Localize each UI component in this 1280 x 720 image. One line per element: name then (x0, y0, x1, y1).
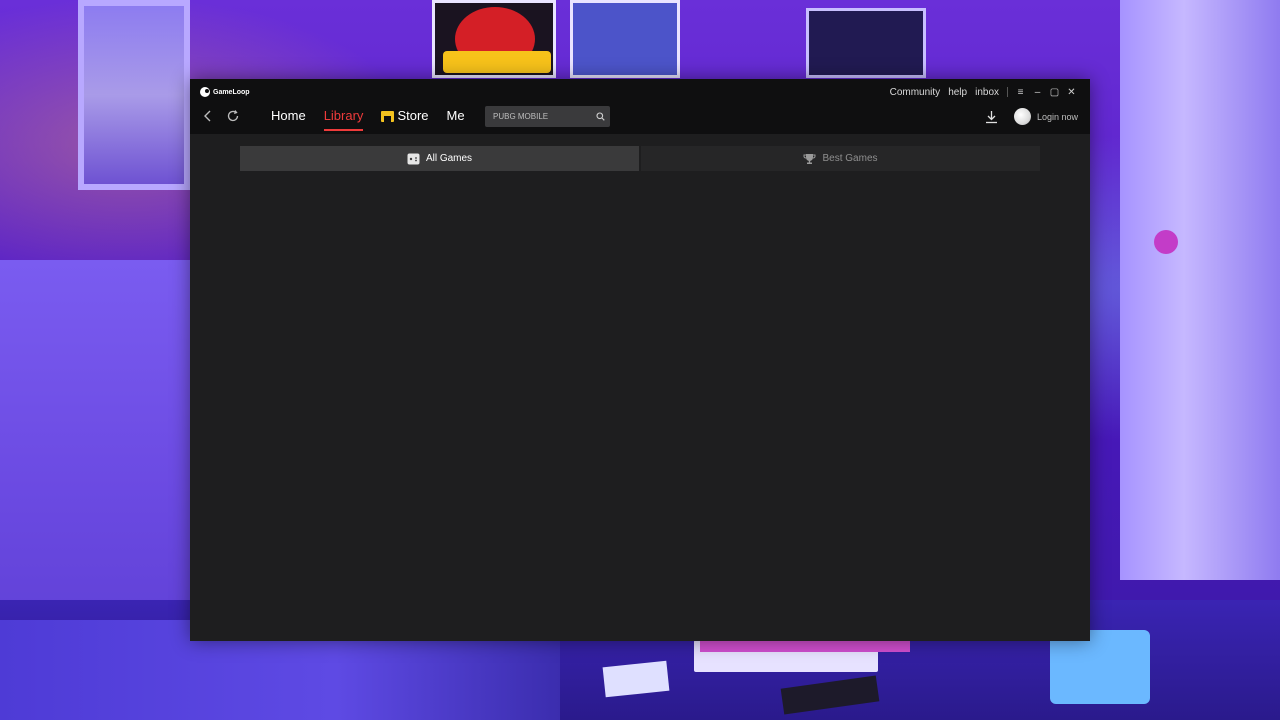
history-controls (202, 109, 239, 123)
nav-store[interactable]: Store (381, 106, 429, 126)
title-bar: GameLoop Community help inbox ≡ – ▢ ✕ Ho… (190, 79, 1090, 134)
gamepad-icon (407, 153, 420, 165)
nav-library[interactable]: Library (323, 106, 364, 131)
library-content: All Games Best Games (190, 134, 1090, 641)
search-icon[interactable] (590, 106, 610, 127)
community-link[interactable]: Community (886, 87, 945, 98)
hamburger-menu-icon[interactable]: ≡ (1012, 87, 1029, 98)
avatar[interactable] (1013, 108, 1031, 125)
tab-best-games-label: Best Games (822, 153, 878, 164)
menu-divider (1007, 87, 1008, 97)
minimize-icon[interactable]: – (1029, 87, 1046, 98)
app-brand-name: GameLoop (213, 88, 250, 96)
wallpaper-poster (432, 0, 556, 78)
maximize-icon[interactable]: ▢ (1046, 87, 1063, 98)
login-button[interactable]: Login now (1037, 112, 1078, 122)
library-tabs: All Games Best Games (240, 146, 1040, 171)
tab-all-games-label: All Games (425, 153, 473, 164)
wallpaper-box-lid (700, 640, 910, 652)
wallpaper-door-knob (1154, 230, 1178, 254)
nav-home-label: Home (271, 108, 306, 123)
nav-library-label: Library (323, 108, 364, 123)
inbox-link[interactable]: inbox (971, 87, 1003, 98)
wallpaper-poster-3 (806, 8, 926, 78)
poster-banner (443, 51, 551, 73)
nav-me[interactable]: Me (447, 106, 465, 126)
nav-home[interactable]: Home (271, 106, 306, 126)
tab-best-games[interactable]: Best Games (641, 146, 1040, 171)
tab-all-games[interactable]: All Games (240, 146, 639, 171)
account-tools: Login now (984, 107, 1078, 126)
wallpaper-window (78, 0, 190, 190)
store-icon (381, 110, 395, 122)
close-icon[interactable]: ✕ (1063, 87, 1080, 98)
system-menu: Community help inbox ≡ – ▢ ✕ (886, 85, 1080, 99)
refresh-icon[interactable] (226, 109, 239, 123)
help-link[interactable]: help (944, 87, 971, 98)
search-box (485, 106, 610, 127)
wallpaper-basket (1050, 630, 1150, 704)
download-icon[interactable] (984, 109, 1000, 125)
trophy-icon (803, 153, 816, 165)
app-logo: GameLoop (200, 85, 250, 99)
wallpaper-door (1120, 0, 1280, 580)
wallpaper-poster-2 (570, 0, 680, 78)
nav-me-label: Me (446, 108, 465, 123)
search-input[interactable] (485, 107, 590, 126)
back-arrow-icon[interactable] (202, 109, 214, 123)
main-navigation: Home Library Store Me (271, 106, 483, 134)
gameloop-logo-icon (200, 87, 210, 97)
nav-store-label: Store (397, 108, 429, 123)
gameloop-window: GameLoop Community help inbox ≡ – ▢ ✕ Ho… (190, 79, 1090, 641)
